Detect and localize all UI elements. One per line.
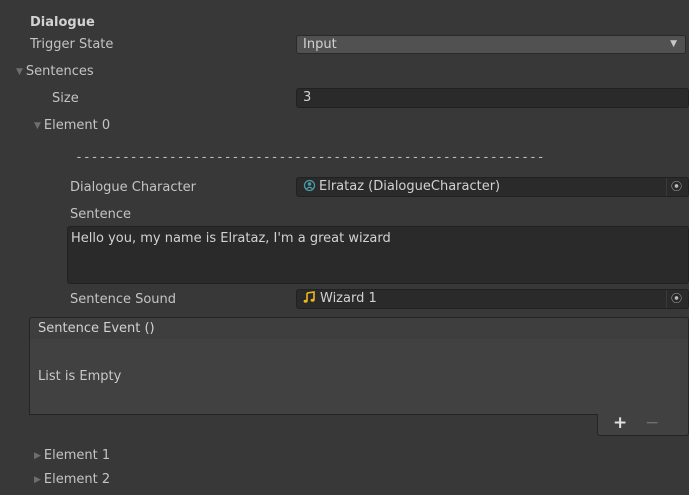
inspector-panel: Dialogue Trigger State Input ▼ ▼ Sentence…: [0, 0, 689, 495]
dialogue-character-value: Elrataz (DialogueCharacter): [319, 179, 501, 194]
sentence-label: Sentence: [70, 207, 131, 222]
sentence-event-list: List is Empty: [29, 339, 689, 415]
trigger-state-value: Input: [303, 37, 337, 52]
sentences-foldout[interactable]: ▼ Sentences: [16, 63, 94, 81]
element-2-foldout[interactable]: ▶ Element 2: [34, 471, 110, 489]
element-0-foldout[interactable]: ▼ Element 0: [34, 117, 110, 135]
add-event-button[interactable]: +: [613, 413, 627, 433]
triangle-right-icon: ▶: [34, 475, 41, 485]
chevron-down-icon: ▼: [670, 39, 677, 49]
sentence-event-header: Sentence Event (): [29, 317, 689, 340]
component-title: Dialogue: [30, 15, 95, 30]
empty-list-text: List is Empty: [38, 369, 122, 384]
sentences-label: Sentences: [25, 64, 94, 79]
event-list-footer: + −: [597, 413, 689, 436]
target-icon[interactable]: ⦿: [666, 178, 686, 196]
triangle-right-icon: ▶: [34, 451, 41, 461]
remove-event-button[interactable]: −: [645, 413, 659, 433]
sentence-sound-field[interactable]: Wizard 1 ⦿: [296, 289, 689, 309]
triangle-down-icon: ▼: [16, 67, 23, 77]
music-note-icon: [303, 291, 315, 303]
size-label: Size: [52, 91, 79, 106]
character-asset-icon: [303, 179, 316, 192]
trigger-state-label: Trigger State: [30, 37, 114, 52]
element-1-label: Element 1: [43, 448, 111, 463]
triangle-down-icon: ▼: [34, 121, 41, 131]
sentence-textarea[interactable]: Hello you, my name is Elrataz, I'm a gre…: [67, 226, 689, 284]
trigger-state-dropdown[interactable]: Input ▼: [296, 35, 686, 54]
element-0-label: Element 0: [43, 118, 111, 133]
dialogue-character-field[interactable]: Elrataz (DialogueCharacter) ⦿: [296, 177, 689, 197]
target-icon[interactable]: ⦿: [666, 290, 686, 308]
dialogue-character-label: Dialogue Character: [70, 180, 196, 195]
element-1-foldout[interactable]: ▶ Element 1: [34, 447, 110, 465]
sentence-sound-value: Wizard 1: [320, 291, 377, 306]
element-2-label: Element 2: [43, 472, 111, 487]
divider-dashes: ----------------------------------------…: [75, 150, 545, 165]
sentence-sound-label: Sentence Sound: [70, 292, 177, 307]
size-input[interactable]: 3: [296, 88, 689, 108]
